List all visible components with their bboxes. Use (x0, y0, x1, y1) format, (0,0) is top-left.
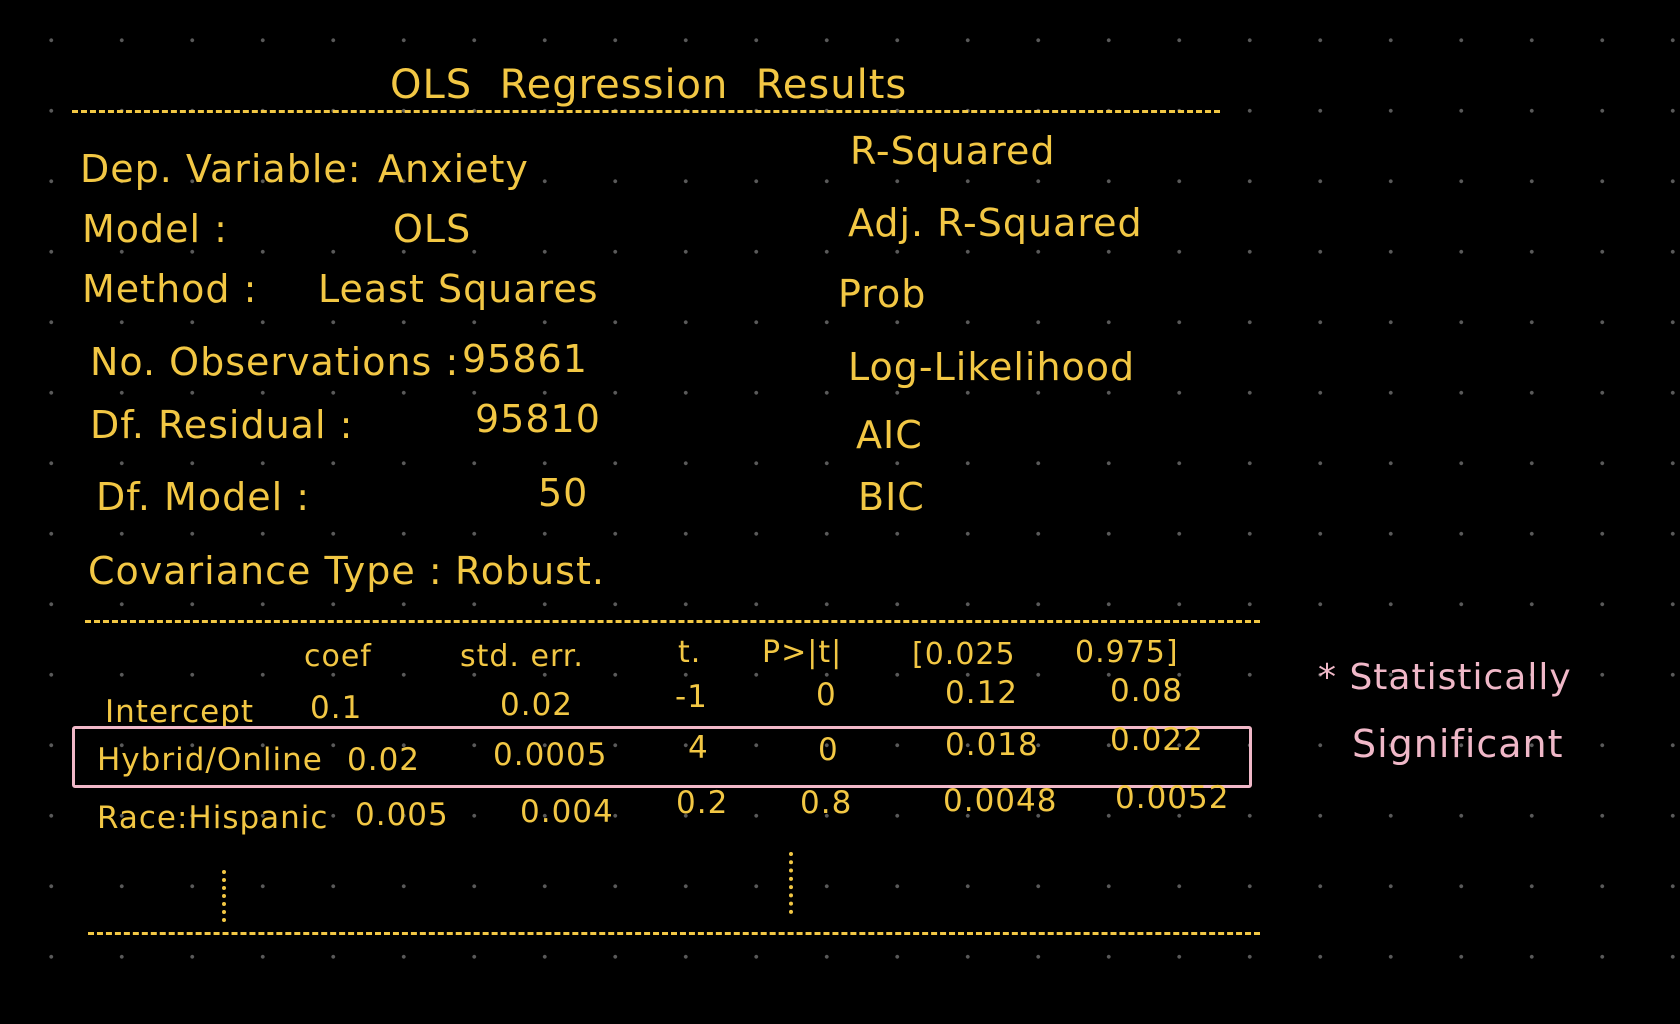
col-header-ci-upper: 0.975] (1075, 635, 1179, 670)
bic-label: BIC (858, 475, 925, 519)
title-divider (72, 110, 1220, 113)
row-name-hybrid-online: Hybrid/Online (97, 742, 323, 778)
intercept-std-err: 0.02 (500, 687, 574, 723)
continuation-dots-left (222, 870, 226, 922)
col-header-ci-lower: [0.025 (912, 637, 1016, 672)
col-header-t: t. (678, 635, 702, 670)
race-hispanic-p-value: 0.8 (800, 785, 853, 821)
row-name-intercept: Intercept (105, 694, 255, 730)
df-residual-label: Df. Residual : (90, 403, 354, 447)
prob-label: Prob (838, 272, 927, 316)
page-title: OLS Regression Results (390, 62, 908, 108)
race-hispanic-ci-upper: 0.0052 (1115, 780, 1230, 816)
intercept-ci-upper: 0.08 (1110, 673, 1184, 709)
r-squared-label: R-Squared (850, 129, 1056, 173)
model-value: OLS (393, 207, 472, 251)
row-name-race-hispanic: Race:Hispanic (97, 800, 329, 836)
race-hispanic-std-err: 0.004 (520, 794, 614, 830)
dep-variable-value: Anxiety (378, 147, 529, 191)
df-residual-value: 95810 (475, 397, 601, 441)
observations-label: No. Observations : (90, 340, 460, 384)
hybrid-online-t: 4 (688, 730, 709, 766)
df-model-value: 50 (538, 471, 589, 515)
covariance-type-label: Covariance Type : (88, 549, 443, 593)
dep-variable-label: Dep. Variable: (80, 147, 362, 191)
df-model-label: Df. Model : (96, 475, 311, 519)
covariance-type-value: Robust. (455, 549, 605, 593)
method-value: Least Squares (318, 267, 599, 311)
race-hispanic-t: 0.2 (676, 785, 729, 821)
hybrid-online-ci-lower: 0.018 (945, 727, 1039, 763)
log-likelihood-label: Log-Likelihood (848, 345, 1136, 389)
race-hispanic-ci-lower: 0.0048 (943, 783, 1058, 819)
continuation-dots-right (789, 852, 793, 914)
model-label: Model : (82, 207, 228, 251)
annotation-significant: Significant (1352, 722, 1564, 766)
adj-r-squared-label: Adj. R-Squared (848, 201, 1143, 245)
race-hispanic-coef: 0.005 (355, 797, 449, 833)
intercept-p-value: 0 (816, 677, 837, 713)
annotation-statistically: * Statistically (1318, 657, 1572, 698)
hybrid-online-p-value: 0 (818, 732, 839, 768)
col-header-coef: coef (304, 639, 372, 674)
aic-label: AIC (856, 413, 923, 457)
hybrid-online-coef: 0.02 (347, 742, 421, 778)
table-bottom-divider (88, 932, 1260, 935)
hybrid-online-ci-upper: 0.022 (1110, 722, 1204, 758)
intercept-ci-lower: 0.12 (945, 675, 1019, 711)
hybrid-online-std-err: 0.0005 (493, 737, 608, 773)
intercept-coef: 0.1 (310, 690, 363, 726)
notebook-canvas: OLS Regression Results Dep. Variable: An… (0, 0, 1680, 1024)
col-header-p-value: P>|t| (762, 635, 843, 670)
method-label: Method : (82, 267, 258, 311)
table-top-divider (85, 620, 1260, 623)
col-header-std-err: std. err. (460, 639, 584, 674)
observations-value: 95861 (462, 337, 588, 381)
intercept-t: -1 (675, 679, 708, 715)
